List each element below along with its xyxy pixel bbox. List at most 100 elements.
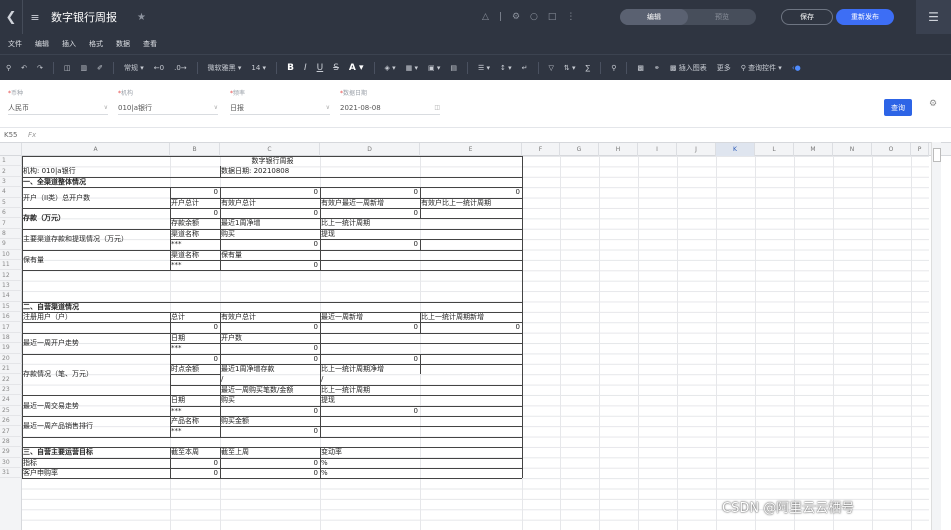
number-format-select[interactable]: 常规 ▾ xyxy=(124,63,144,73)
row-header-6[interactable]: 6 xyxy=(0,208,22,219)
copy-icon[interactable]: ◫ xyxy=(64,64,71,72)
column-header-A[interactable]: A xyxy=(22,143,170,156)
column-header-F[interactable]: F xyxy=(522,143,560,156)
publish-button[interactable]: 重新发布 xyxy=(836,9,894,25)
row-header-30[interactable]: 30 xyxy=(0,458,22,468)
menu-data[interactable]: 数据 xyxy=(116,39,130,49)
more-button[interactable]: 更多 xyxy=(717,63,731,73)
row-header-17[interactable]: 17 xyxy=(0,322,22,333)
row-header-26[interactable]: 26 xyxy=(0,416,22,427)
back-icon[interactable]: ❮ xyxy=(0,0,22,34)
vertical-scrollbar[interactable] xyxy=(931,142,941,530)
column-header-N[interactable]: N xyxy=(833,143,872,156)
row-header-11[interactable]: 11 xyxy=(0,260,22,271)
menu-view[interactable]: 查看 xyxy=(143,39,157,49)
row-header-4[interactable]: 4 xyxy=(0,187,22,198)
row-header-25[interactable]: 25 xyxy=(0,406,22,416)
row-header-3[interactable]: 3 xyxy=(0,177,22,188)
row-header-15[interactable]: 15 xyxy=(0,302,22,312)
filter-icon[interactable]: ▽ xyxy=(549,64,554,72)
redo-icon[interactable]: ↷ xyxy=(37,64,43,72)
column-header-H[interactable]: H xyxy=(599,143,638,156)
sort-icon[interactable]: ⇅ ▾ xyxy=(564,64,576,72)
column-header-O[interactable]: O xyxy=(872,143,911,156)
date-picker[interactable]: 2021-08-08 ◫ xyxy=(340,101,440,115)
gear-icon[interactable]: ⚙ xyxy=(929,99,937,109)
wrap-icon[interactable]: ↵ xyxy=(522,64,528,72)
menu-insert[interactable]: 插入 xyxy=(62,39,76,49)
row-header-16[interactable]: 16 xyxy=(0,312,22,323)
share-icon[interactable]: △ xyxy=(482,12,489,22)
menu-format[interactable]: 格式 xyxy=(89,39,103,49)
function-icon[interactable]: ∑ xyxy=(586,64,591,72)
row-header-9[interactable]: 9 xyxy=(0,239,22,250)
bold-icon[interactable]: B xyxy=(287,63,294,73)
decimal-decrease-icon[interactable]: ←0 xyxy=(154,64,164,72)
corner-cell[interactable] xyxy=(0,143,22,156)
row-header-8[interactable]: 8 xyxy=(0,229,22,240)
row-header-10[interactable]: 10 xyxy=(0,250,22,260)
merge-icon[interactable]: ▣ ▾ xyxy=(428,64,440,72)
row-header-7[interactable]: 7 xyxy=(0,218,22,229)
query-control-button[interactable]: ⚲ 查询控件 ▾ xyxy=(741,63,782,73)
decimal-increase-icon[interactable]: .0→ xyxy=(174,64,187,72)
settings-icon[interactable]: ⚙ xyxy=(512,12,520,22)
row-header-13[interactable]: 13 xyxy=(0,281,22,292)
copy-icon[interactable]: □ xyxy=(548,12,557,22)
row-header-28[interactable]: 28 xyxy=(0,437,22,448)
row-header-20[interactable]: 20 xyxy=(0,354,22,364)
paste-icon[interactable]: ▥ xyxy=(81,64,88,72)
row-header-14[interactable]: 14 xyxy=(0,291,22,302)
image-icon[interactable]: ▩ xyxy=(637,64,644,72)
row-header-12[interactable]: 12 xyxy=(0,270,22,281)
tab-edit[interactable]: 编辑 xyxy=(620,9,688,25)
more-icon[interactable]: ⋮ xyxy=(566,12,575,22)
column-header-K[interactable]: K xyxy=(716,143,755,156)
row-header-1[interactable]: 1 xyxy=(0,156,22,167)
column-header-J[interactable]: J xyxy=(677,143,716,156)
column-header-M[interactable]: M xyxy=(794,143,833,156)
fill-color-icon[interactable]: ◈ ▾ xyxy=(385,64,396,72)
menu-icon[interactable]: ≡ xyxy=(23,11,47,24)
align-icon[interactable]: ☰ ▾ xyxy=(478,64,490,72)
column-header-E[interactable]: E xyxy=(420,143,522,156)
row-header-27[interactable]: 27 xyxy=(0,426,22,437)
save-button[interactable]: 保存 xyxy=(781,9,833,25)
row-header-21[interactable]: 21 xyxy=(0,364,22,375)
insert-chart-button[interactable]: ▩ 插入图表 xyxy=(670,63,707,73)
menu-edit[interactable]: 编辑 xyxy=(35,39,49,49)
valign-icon[interactable]: ↕ ▾ xyxy=(500,64,512,72)
column-header-P[interactable]: P xyxy=(911,143,929,156)
row-header-19[interactable]: 19 xyxy=(0,343,22,354)
underline-icon[interactable]: U xyxy=(317,63,324,73)
scrollbar-thumb[interactable] xyxy=(933,148,941,162)
column-header-B[interactable]: B xyxy=(170,143,220,156)
row-header-5[interactable]: 5 xyxy=(0,198,22,208)
row-header-29[interactable]: 29 xyxy=(0,447,22,458)
tab-preview[interactable]: 预览 xyxy=(688,9,756,25)
undo-icon[interactable]: ↶ xyxy=(21,64,27,72)
column-header-I[interactable]: I xyxy=(638,143,677,156)
menu-file[interactable]: 文件 xyxy=(8,39,22,49)
format-painter-icon[interactable]: ✐ xyxy=(97,64,103,72)
column-header-L[interactable]: L xyxy=(755,143,794,156)
find-icon[interactable]: ⚲ xyxy=(611,64,616,72)
search-icon[interactable]: ⚲ xyxy=(6,64,11,72)
hamburger-icon[interactable]: ☰ xyxy=(916,0,951,34)
frequency-select[interactable]: 日报 ∨ xyxy=(230,101,330,115)
org-select[interactable]: 010|a银行 ∨ xyxy=(118,101,218,115)
italic-icon[interactable]: I xyxy=(304,63,307,73)
column-header-G[interactable]: G xyxy=(560,143,599,156)
strikethrough-icon[interactable]: S xyxy=(333,63,339,73)
row-header-2[interactable]: 2 xyxy=(0,166,22,177)
font-color-icon[interactable]: A ▾ xyxy=(349,63,364,73)
column-header-D[interactable]: D xyxy=(320,143,420,156)
freeze-icon[interactable]: ▤ xyxy=(450,64,457,72)
cell-reference[interactable]: K55 xyxy=(0,131,22,139)
border-icon[interactable]: ▦ ▾ xyxy=(406,64,418,72)
row-header-23[interactable]: 23 xyxy=(0,385,22,396)
collapse-icon[interactable]: ‹● xyxy=(792,64,801,72)
font-family-select[interactable]: 微软雅黑 ▾ xyxy=(208,63,242,73)
currency-select[interactable]: 人民币 ∨ xyxy=(8,101,108,115)
row-header-18[interactable]: 18 xyxy=(0,333,22,344)
